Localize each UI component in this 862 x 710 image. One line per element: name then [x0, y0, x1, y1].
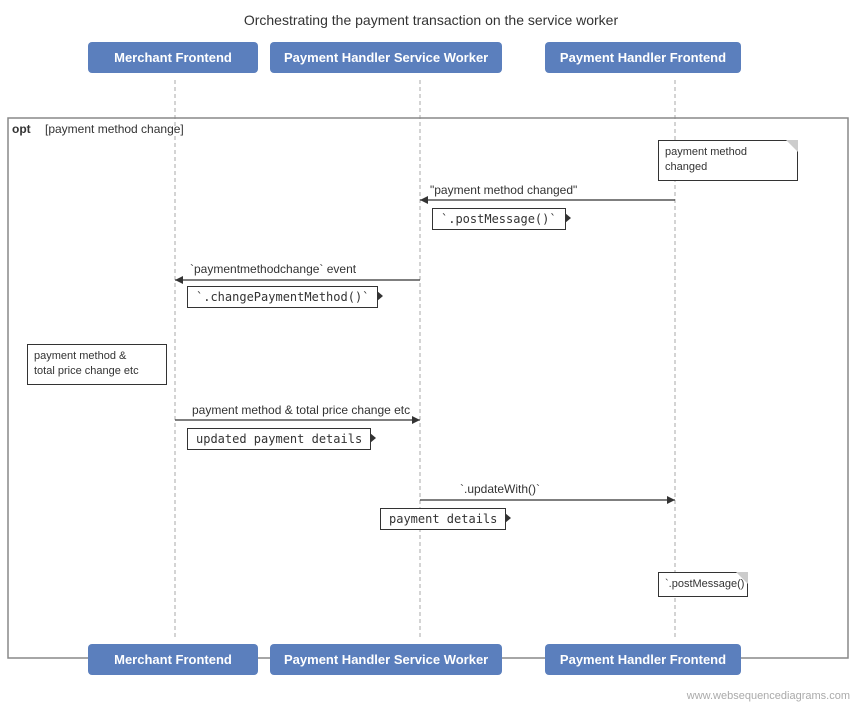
- method-update-with: updated payment details: [187, 428, 371, 450]
- actor-service-worker-bottom: Payment Handler Service Worker: [270, 644, 502, 675]
- arrow-label-updated-payment: payment method & total price change etc: [192, 403, 410, 417]
- note-payment-method-total: payment method &total price change etc: [27, 344, 167, 385]
- note-payment-method-changed: payment method changed: [658, 140, 798, 181]
- note-update-ui: `.postMessage()`: [658, 572, 748, 597]
- arrow-label-payment-details: `.updateWith()`: [460, 482, 540, 496]
- opt-label: opt: [12, 122, 31, 136]
- watermark: www.websequencediagrams.com: [687, 690, 850, 702]
- opt-condition: [payment method change]: [45, 122, 184, 136]
- actor-payment-handler-bottom: Payment Handler Frontend: [545, 644, 741, 675]
- arrow-label-paymentmethodchange: `paymentmethodchange` event: [190, 262, 356, 276]
- method-post-message-2: payment details: [380, 508, 506, 530]
- method-change-payment: `.changePaymentMethod()`: [187, 286, 378, 308]
- diagram-container: Orchestrating the payment transaction on…: [0, 0, 862, 710]
- arrow-label-payment-method-changed: "payment method changed": [430, 183, 577, 197]
- actor-merchant-bottom: Merchant Frontend: [88, 644, 258, 675]
- method-post-message-1: `.postMessage()`: [432, 208, 566, 230]
